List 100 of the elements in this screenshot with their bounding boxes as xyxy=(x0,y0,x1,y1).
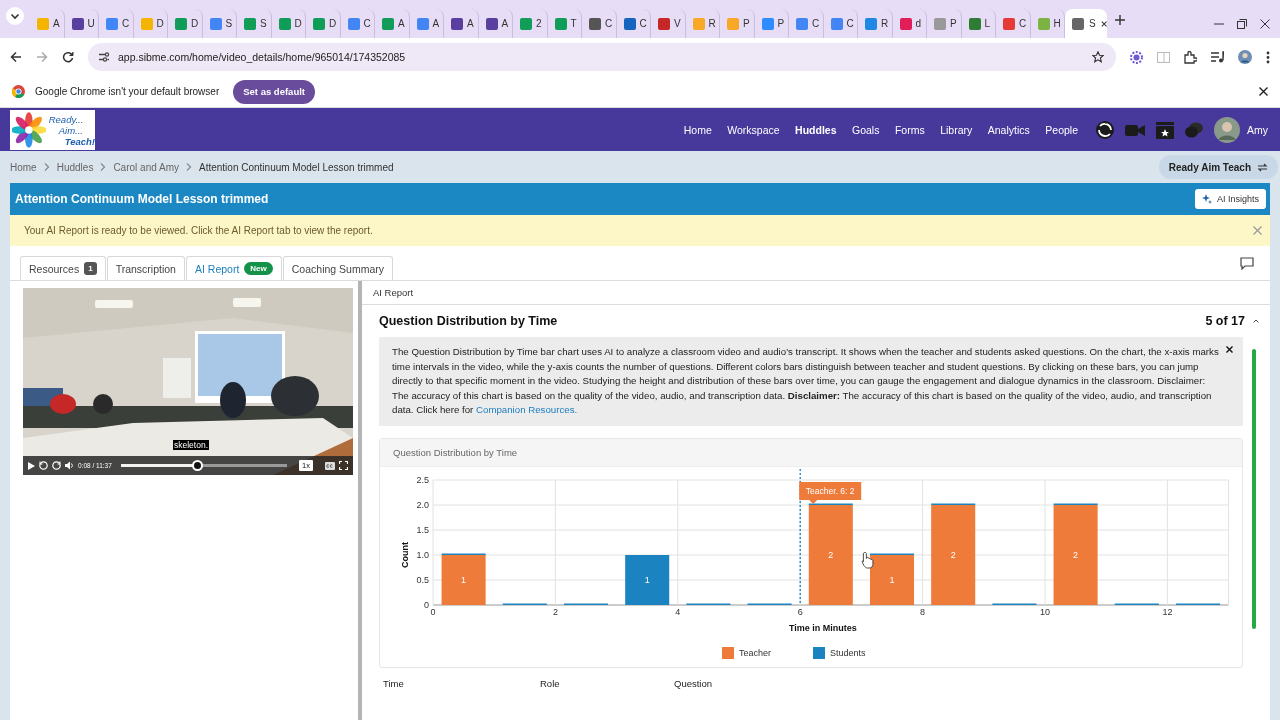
forward-icon xyxy=(36,51,48,63)
tab-badge: New xyxy=(244,262,273,275)
chrome-icon xyxy=(12,85,25,98)
volume-icon xyxy=(65,461,74,470)
site-info-icon xyxy=(98,51,110,63)
chevron-icon xyxy=(43,163,50,171)
nav-link[interactable]: Huddles xyxy=(795,123,837,136)
axis-tick-label: 2.0 xyxy=(416,499,429,510)
axis-tick-label: 0 xyxy=(430,606,436,617)
panel-header: AI Report xyxy=(373,287,414,298)
content-tab[interactable]: Resources 1 xyxy=(20,256,106,280)
nav-link[interactable]: Analytics xyxy=(987,123,1030,136)
axis-title: Time in Minutes xyxy=(788,622,857,633)
chart-bar xyxy=(625,554,670,605)
breadcrumb-link[interactable]: Home xyxy=(10,161,37,173)
axis-tick-label: 0.5 xyxy=(416,574,429,585)
nav-link[interactable]: Home xyxy=(683,123,712,136)
bookmark-star-icon xyxy=(1092,51,1104,63)
browser-tab[interactable]: S xyxy=(1065,9,1107,38)
caret-up-icon xyxy=(1253,319,1259,323)
menu-icon xyxy=(1266,50,1270,64)
bar-label: 2 xyxy=(950,549,956,560)
swirl-icon xyxy=(1096,120,1114,139)
column-header: Time xyxy=(383,677,405,689)
breadcrumb-current: Attention Continuum Model Lesson trimmed xyxy=(199,161,394,173)
chart-title: Question Distribution by Time xyxy=(393,446,518,458)
progress-thumb[interactable] xyxy=(192,460,204,471)
legend-label: Teacher xyxy=(739,647,772,658)
captions-icon xyxy=(325,461,335,470)
workspace-button[interactable]: Ready Aim Teach xyxy=(1158,155,1278,179)
video-caption: skeleton. xyxy=(173,440,210,450)
rewind-icon xyxy=(39,461,48,470)
comment-icon xyxy=(1240,257,1254,270)
axis-tick-label: 0 xyxy=(424,599,429,610)
new-tab-icon xyxy=(1115,15,1125,25)
breadcrumb-link[interactable]: Huddles xyxy=(56,161,94,173)
description-text: The Question Distribution by Time bar chart uses AI to analyze a classroom video and audio's transcript. It shows when the teacher and students asked questions. On the chart, the x-axis marks time intervals in the video, while the y-axis counts the number of questions. Different colors bars distinguish between teacher and student questions. By clicking on these bars, you can jump directly to that specific moment in the video. Studying the height and distribution of these bars over time, you can gauge the engagement and dialogue dynamics in the classroom. Disclaimer: The accuracy of this chart is based on the quality of the video, audio, and transcription data. Disclaimer: The accuracy of this chart is based on the quality of the video, audio, and transcription data. Click here for Companion Resources. xyxy=(392,346,1219,415)
close-icon xyxy=(1259,87,1268,96)
nav-link[interactable]: People xyxy=(1045,123,1078,136)
page-title: Attention Continuum Model Lesson trimmed xyxy=(15,192,269,206)
companion-resources-link[interactable]: Companion Resources. xyxy=(476,404,578,415)
nav-link[interactable]: Goals xyxy=(852,123,880,136)
hand-cursor-icon xyxy=(861,551,874,568)
address-field[interactable]: app.sibme.com/home/video_details/home/965014/174352085 xyxy=(88,43,1116,71)
bar-label: 1 xyxy=(889,574,895,585)
annotation: Teacher. 6: 2 xyxy=(805,485,855,496)
column-header: Question xyxy=(674,677,713,689)
bar-label: 2 xyxy=(828,549,834,560)
content-tab[interactable]: Transcription xyxy=(106,256,185,280)
close-icon xyxy=(1253,226,1262,235)
tab-badge: 1 xyxy=(84,262,97,275)
logo-text: Ready... Aim... Teach! xyxy=(48,112,95,147)
chart-tooltip: Teacher. 6: 2 xyxy=(799,481,862,504)
default-browser-message: Google Chrome isn't your default browser xyxy=(35,86,220,97)
content-tab[interactable]: Coaching Summary xyxy=(282,256,393,280)
nav-link[interactable]: Library xyxy=(940,123,973,136)
set-default-button[interactable]: Set as default xyxy=(233,79,315,104)
axis-tick-label: 10 xyxy=(1040,606,1050,617)
dropdown-icon[interactable] xyxy=(6,7,24,25)
axis-tick-label: 8 xyxy=(920,606,926,617)
fullscreen-icon xyxy=(339,461,348,470)
breadcrumb-link[interactable]: Carol and Amy xyxy=(113,161,179,173)
media-icon xyxy=(1211,51,1224,63)
column-header: Role xyxy=(540,677,561,689)
bar-label: 2 xyxy=(1073,549,1079,560)
chat-bubbles-icon xyxy=(1185,121,1203,138)
user-name: Amy xyxy=(1247,123,1268,136)
content-tab[interactable]: AI Report New xyxy=(185,256,282,280)
bar-label: 1 xyxy=(461,574,467,585)
page-counter: 5 of 17 xyxy=(1205,314,1245,328)
restore-icon xyxy=(1237,19,1247,29)
axis-tick-label: 1.5 xyxy=(416,524,429,535)
clapperboard-icon xyxy=(1156,120,1174,139)
ai-insights-button[interactable]: AI Insights xyxy=(1194,189,1266,209)
close-icon xyxy=(1260,19,1270,29)
sidebar-icon xyxy=(1157,51,1170,63)
chevron-icon xyxy=(100,163,107,171)
axis-tick-label: 6 xyxy=(797,606,803,617)
sparkle-icon xyxy=(1201,194,1212,204)
legend-label: Students xyxy=(830,647,866,658)
close-icon xyxy=(1226,346,1233,353)
forward-icon xyxy=(52,461,61,470)
puzzle-icon xyxy=(1184,50,1197,64)
notice-message: Your AI Report is ready to be viewed. Click the AI Report tab to view the report. xyxy=(24,225,373,236)
axis-tick-label: 2.5 xyxy=(416,474,429,485)
close-icon xyxy=(1100,19,1107,28)
axis-tick-label: 2 xyxy=(552,606,558,617)
reload-icon xyxy=(62,51,74,63)
avatar-icon xyxy=(1238,50,1252,64)
axis-tick-label: 12 xyxy=(1162,606,1173,617)
play-icon xyxy=(28,461,35,470)
flower-icon xyxy=(1130,50,1143,64)
axis-tick-label: 4 xyxy=(675,606,681,617)
back-icon xyxy=(10,51,22,63)
section-title: Question Distribution by Time xyxy=(379,314,558,328)
nav-link[interactable]: Forms xyxy=(894,123,925,136)
axis-title: Count xyxy=(400,541,410,568)
nav-link[interactable]: Workspace xyxy=(727,123,780,136)
axis-tick-label: 1.0 xyxy=(416,549,429,560)
chevron-icon xyxy=(186,163,192,171)
